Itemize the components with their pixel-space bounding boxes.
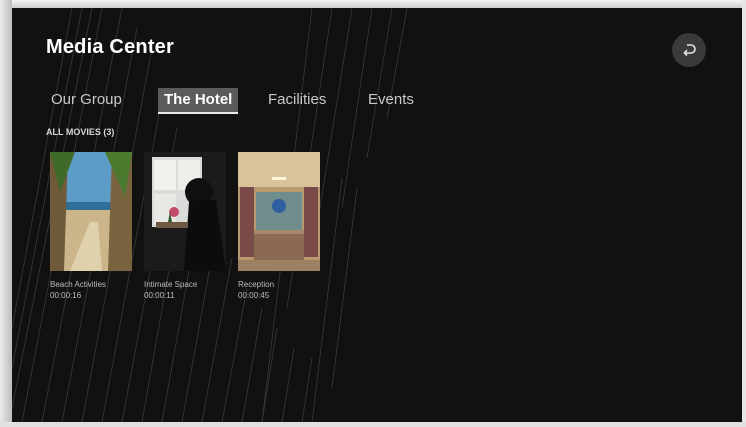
- movie-title: Reception: [238, 280, 275, 289]
- tab-events[interactable]: Events: [368, 88, 414, 112]
- movie-card-beach-activities[interactable]: Beach Activities 00:00:16: [50, 152, 132, 300]
- page-title: Media Center: [46, 36, 174, 58]
- reception-thumbnail: [238, 152, 320, 271]
- movie-title: Intimate Space: [144, 280, 198, 289]
- screen-bezel-bottom: [0, 422, 746, 427]
- movie-duration: 00:00:16: [50, 291, 82, 300]
- movies-count-label: ALL MOVIES (3): [46, 127, 115, 137]
- screen-bezel-left: [0, 0, 12, 427]
- movie-duration: 00:00:11: [144, 291, 175, 300]
- beach-thumbnail: [50, 152, 132, 271]
- intimate-space-thumbnail: [144, 152, 226, 271]
- screen-bezel-right: [742, 0, 746, 427]
- movie-card-intimate-space[interactable]: Intimate Space 00:00:11: [144, 152, 226, 300]
- movie-duration: 00:00:45: [238, 291, 270, 300]
- movie-card-reception[interactable]: Reception 00:00:45: [238, 152, 320, 300]
- tab-the-hotel[interactable]: The Hotel: [158, 88, 239, 114]
- movie-title: Beach Activities: [50, 280, 107, 289]
- screen-bezel-top: [0, 0, 746, 8]
- tab-our-group[interactable]: Our Group: [51, 88, 122, 112]
- media-center-screen: Media Center Our Group The Hotel Facilit…: [12, 8, 742, 422]
- back-button[interactable]: [672, 33, 706, 67]
- tab-facilities[interactable]: Facilities: [268, 88, 326, 112]
- return-arrow-icon: [683, 44, 696, 57]
